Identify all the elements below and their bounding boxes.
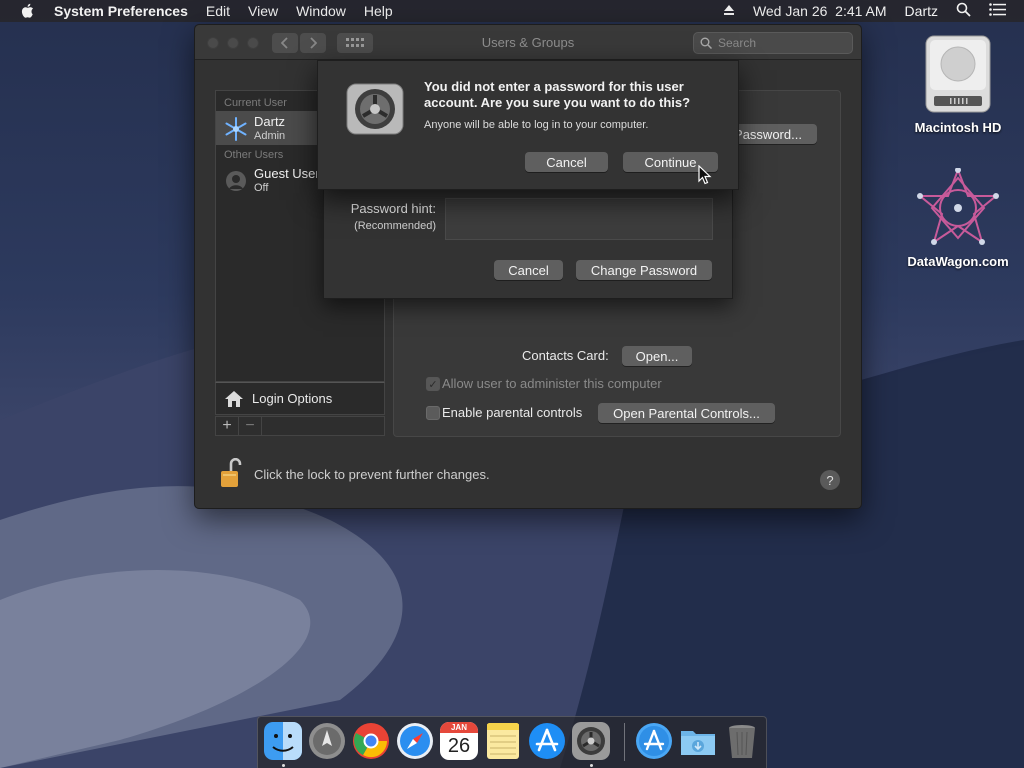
safari-icon[interactable] bbox=[396, 722, 434, 760]
password-hint-field[interactable] bbox=[445, 198, 713, 240]
user-role: Admin bbox=[254, 130, 286, 142]
guest-avatar-icon bbox=[226, 171, 246, 191]
launchpad-icon[interactable] bbox=[308, 722, 346, 760]
help-button[interactable]: ? bbox=[820, 470, 840, 490]
password-hint-label: Password hint: bbox=[350, 201, 436, 216]
notification-center-icon[interactable] bbox=[989, 3, 1006, 19]
system-preferences-icon[interactable] bbox=[572, 722, 610, 760]
dock-separator bbox=[624, 723, 625, 761]
add-remove-bar: + − bbox=[215, 416, 385, 436]
sheet-cancel-button[interactable]: Cancel bbox=[494, 260, 563, 280]
eject-icon[interactable] bbox=[723, 3, 735, 19]
open-contacts-button[interactable]: Open... bbox=[622, 346, 692, 366]
search-input[interactable]: Search bbox=[693, 32, 853, 54]
user-status: Off bbox=[254, 182, 269, 194]
system-preferences-gear-icon bbox=[346, 83, 404, 135]
finder-icon[interactable] bbox=[264, 722, 302, 760]
lock-row: Click the lock to prevent further change… bbox=[220, 457, 490, 491]
menu-bar: System Preferences Edit View Window Help… bbox=[0, 0, 1024, 22]
change-password-confirm-button[interactable]: Change Password bbox=[576, 260, 712, 280]
trash-icon[interactable] bbox=[723, 722, 761, 760]
app-store-icon[interactable] bbox=[528, 722, 566, 760]
snowflake-avatar-icon bbox=[225, 117, 247, 141]
running-indicator bbox=[590, 764, 593, 767]
contacts-card-label: Contacts Card: bbox=[522, 348, 609, 363]
desktop-icon-datawagon[interactable]: DataWagon.com bbox=[898, 168, 1018, 269]
lock-text: Click the lock to prevent further change… bbox=[254, 467, 490, 482]
desktop-icon-label: DataWagon.com bbox=[907, 254, 1009, 269]
mouse-cursor-icon bbox=[698, 165, 712, 185]
menu-clock[interactable]: Wed Jan 26 2:41 AM bbox=[753, 3, 887, 19]
login-options-item[interactable]: Login Options bbox=[215, 382, 385, 415]
desktop-icon-label: Macintosh HD bbox=[914, 120, 1002, 135]
running-indicator bbox=[282, 764, 285, 767]
search-icon bbox=[700, 37, 712, 49]
remove-user-button[interactable]: − bbox=[239, 417, 262, 435]
allow-admin-label: Allow user to administer this computer bbox=[442, 376, 662, 391]
search-placeholder: Search bbox=[718, 36, 757, 50]
title-bar[interactable]: Users & Groups Search bbox=[195, 25, 861, 60]
apple-menu-icon[interactable] bbox=[20, 3, 38, 19]
menu-window[interactable]: Window bbox=[296, 3, 346, 19]
alert-message: You did not enter a password for this us… bbox=[424, 79, 691, 110]
chrome-icon[interactable] bbox=[352, 722, 390, 760]
calendar-day: 26 bbox=[447, 735, 471, 757]
calendar-icon[interactable]: JAN 26 bbox=[440, 722, 478, 760]
parental-controls-checkbox[interactable] bbox=[426, 406, 440, 420]
alert-info: Anyone will be able to log in to your co… bbox=[424, 119, 649, 131]
no-password-alert: You did not enter a password for this us… bbox=[317, 60, 739, 190]
user-name: Guest User bbox=[254, 166, 320, 181]
menu-edit[interactable]: Edit bbox=[206, 3, 230, 19]
downloads-folder-icon[interactable] bbox=[679, 722, 717, 760]
menu-help[interactable]: Help bbox=[364, 3, 393, 19]
calendar-month: JAN bbox=[440, 722, 478, 733]
dock: JAN 26 bbox=[257, 716, 767, 768]
user-name: Dartz bbox=[254, 114, 286, 129]
parental-controls-label: Enable parental controls bbox=[442, 405, 583, 420]
alert-cancel-button[interactable]: Cancel bbox=[525, 152, 608, 172]
applications-folder-icon[interactable] bbox=[635, 722, 673, 760]
login-options-label: Login Options bbox=[252, 391, 333, 406]
password-hint-sub: (Recommended) bbox=[354, 220, 436, 232]
datawagon-icon bbox=[917, 168, 999, 245]
allow-admin-checkbox[interactable]: ✓ bbox=[426, 377, 440, 391]
menu-view[interactable]: View bbox=[248, 3, 278, 19]
house-icon bbox=[224, 390, 244, 408]
menu-app-name[interactable]: System Preferences bbox=[54, 3, 188, 19]
menu-user[interactable]: Dartz bbox=[905, 3, 938, 19]
hard-drive-icon bbox=[925, 35, 991, 113]
unlocked-padlock-icon[interactable] bbox=[220, 457, 242, 491]
add-user-button[interactable]: + bbox=[216, 417, 239, 435]
change-password-sheet: Password hint: (Recommended) Cancel Chan… bbox=[323, 185, 733, 299]
notes-icon[interactable] bbox=[484, 722, 522, 760]
open-parental-controls-button[interactable]: Open Parental Controls... bbox=[598, 403, 775, 423]
spotlight-search-icon[interactable] bbox=[956, 2, 971, 20]
desktop-icon-macintosh-hd[interactable]: Macintosh HD bbox=[898, 34, 1018, 135]
